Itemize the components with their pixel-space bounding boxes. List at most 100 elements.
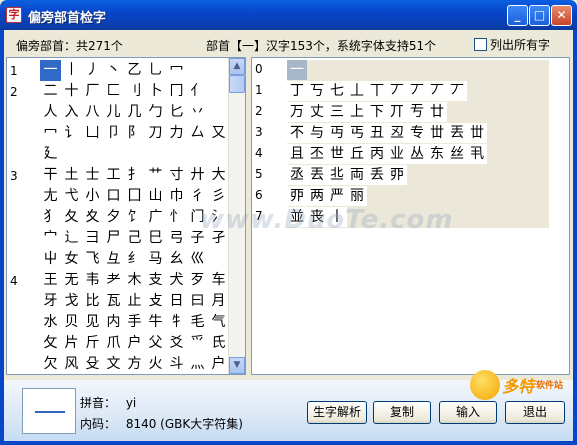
radical-cell[interactable]: 饣 (124, 207, 145, 228)
radical-cell[interactable]: 厂 (82, 81, 103, 102)
character-cell[interactable]: 丝 (447, 144, 467, 164)
character-cell[interactable]: 廿 (427, 102, 447, 122)
character-cell[interactable]: 一 (287, 60, 307, 80)
character-cell[interactable]: 丣 (287, 186, 307, 206)
radical-cell[interactable]: 卩 (103, 123, 124, 144)
character-cell[interactable]: 下 (367, 102, 387, 122)
radical-cell[interactable]: 犬 (166, 270, 187, 291)
radical-cell[interactable]: 日 (166, 291, 187, 312)
radical-cell[interactable]: 弋 (61, 186, 82, 207)
character-cell[interactable]: 两 (307, 186, 327, 206)
list-all-checkbox[interactable] (474, 38, 487, 51)
character-cell[interactable]: 丠 (327, 165, 347, 185)
radical-cell[interactable]: 卜 (145, 81, 166, 102)
character-cell[interactable]: 与 (307, 123, 327, 143)
radical-cell[interactable]: 攵 (40, 333, 61, 354)
list-all-toggle[interactable]: 列出所有字 (474, 36, 550, 53)
radical-cell[interactable]: 风 (61, 354, 82, 374)
radical-cell[interactable]: 户 (208, 354, 229, 374)
radical-cell[interactable]: 厶 (187, 123, 208, 144)
character-cell[interactable]: 丟 (447, 123, 467, 143)
radical-cell[interactable]: 刂 (124, 81, 145, 102)
radical-cell[interactable]: 爫 (187, 333, 208, 354)
character-cell[interactable]: 丅 (367, 81, 387, 101)
radical-cell[interactable]: 乙 (124, 60, 145, 81)
radical-cell[interactable]: 车 (208, 270, 229, 291)
character-cell[interactable]: 东 (427, 144, 447, 164)
radical-cell[interactable]: 耂 (103, 270, 124, 291)
radical-cell[interactable]: 扌 (124, 165, 145, 186)
radical-cell[interactable]: 牜 (166, 312, 187, 333)
radical-cell[interactable]: 巾 (166, 186, 187, 207)
radical-cell[interactable]: 方 (124, 354, 145, 374)
character-cell[interactable]: 世 (327, 144, 347, 164)
character-cell[interactable]: 丘 (347, 144, 367, 164)
radical-cell[interactable]: 匕 (166, 102, 187, 123)
character-cell[interactable]: 丕 (307, 144, 327, 164)
character-cell[interactable]: 严 (327, 186, 347, 206)
radical-cell[interactable]: 忄 (166, 207, 187, 228)
radical-cell[interactable]: 丷 (187, 102, 208, 123)
maximize-button[interactable]: □ (529, 5, 550, 26)
radical-cell[interactable]: 彡 (208, 186, 229, 207)
radical-cell[interactable]: 攴 (145, 291, 166, 312)
character-cell[interactable]: 万 (287, 102, 307, 122)
radical-cell[interactable]: 支 (145, 270, 166, 291)
character-cell[interactable]: 丑 (367, 123, 387, 143)
radical-cell[interactable]: 寸 (166, 165, 187, 186)
radical-cell[interactable]: 爻 (166, 333, 187, 354)
radical-cell[interactable]: 力 (166, 123, 187, 144)
radical-cell[interactable]: 牛 (145, 312, 166, 333)
character-cell[interactable]: 丽 (347, 186, 367, 206)
radical-cell[interactable]: 入 (61, 102, 82, 123)
scroll-up-icon[interactable]: ▲ (229, 58, 245, 75)
character-cell[interactable]: 丁 (287, 81, 307, 101)
radical-cell[interactable]: 辶 (61, 228, 82, 249)
character-cell[interactable]: 丗 (427, 123, 447, 143)
character-cell[interactable]: 丂 (307, 81, 327, 101)
radical-cell[interactable]: 冖 (40, 123, 61, 144)
radical-cell[interactable]: 土 (61, 165, 82, 186)
character-cell[interactable]: 且 (287, 144, 307, 164)
radical-cell[interactable]: 工 (103, 165, 124, 186)
copy-button[interactable]: 复制 (373, 401, 431, 424)
radical-cell[interactable]: 冖 (166, 60, 187, 81)
radical-cell[interactable]: 匚 (103, 81, 124, 102)
radical-cell[interactable]: 韦 (82, 270, 103, 291)
radical-cell[interactable]: 木 (124, 270, 145, 291)
minimize-button[interactable]: _ (507, 5, 528, 26)
character-cell[interactable]: 专 (407, 123, 427, 143)
radical-cell[interactable]: 犭 (40, 207, 61, 228)
radical-cell[interactable]: 丨 (61, 60, 82, 81)
radical-cell[interactable]: 亻 (187, 81, 208, 102)
radical-cell[interactable]: 殳 (82, 354, 103, 374)
radical-cell[interactable]: 女 (61, 249, 82, 270)
scroll-thumb[interactable] (229, 75, 245, 93)
radical-cell[interactable]: 文 (103, 354, 124, 374)
character-cell[interactable]: 丗 (467, 123, 487, 143)
radical-cell[interactable]: 灬 (187, 354, 208, 374)
radical-cell[interactable]: 幺 (166, 249, 187, 270)
radical-cell[interactable]: 大 (208, 165, 229, 186)
character-cell[interactable]: 七 (327, 81, 347, 101)
radical-cell[interactable]: 尢 (40, 186, 61, 207)
radical-cell[interactable]: 曰 (187, 291, 208, 312)
radical-cell[interactable]: 瓦 (103, 291, 124, 312)
radical-cell[interactable]: 小 (82, 186, 103, 207)
radical-cell[interactable]: 歹 (187, 270, 208, 291)
radical-cell[interactable]: 飞 (82, 249, 103, 270)
radical-cell[interactable]: 父 (145, 333, 166, 354)
radical-cell[interactable]: 冂 (166, 81, 187, 102)
radical-cell[interactable]: 夂 (61, 207, 82, 228)
character-cell[interactable]: 上 (347, 102, 367, 122)
character-cell[interactable]: 丢 (367, 165, 387, 185)
radical-cell[interactable]: 士 (82, 165, 103, 186)
character-cell[interactable]: 丞 (287, 165, 307, 185)
character-cell[interactable]: 丏 (327, 123, 347, 143)
character-cell[interactable]: 丈 (307, 102, 327, 122)
radical-cell[interactable]: 夊 (82, 207, 103, 228)
radical-cell[interactable]: 戈 (61, 291, 82, 312)
character-cell[interactable]: 丆 (387, 81, 407, 101)
radical-cell[interactable]: 水 (40, 312, 61, 333)
character-cell[interactable]: 丆 (407, 81, 427, 101)
